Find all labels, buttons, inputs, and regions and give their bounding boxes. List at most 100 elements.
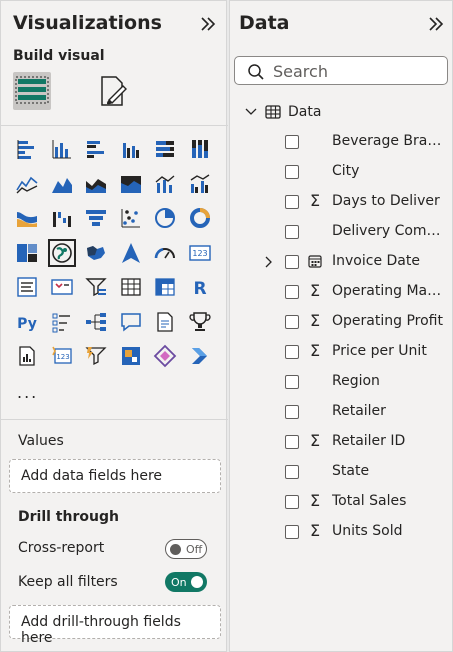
field-retailer[interactable]: Retailer xyxy=(230,399,452,425)
chevron-right-icon[interactable] xyxy=(263,255,275,269)
drill-through-label: Drill through xyxy=(18,509,119,525)
field-checkbox[interactable] xyxy=(285,375,299,389)
visualizations-pane: Visualizations Build visual 123 R Py 123 ..… xyxy=(0,0,228,652)
card-new-icon[interactable]: 123 xyxy=(48,342,76,370)
field-checkbox[interactable] xyxy=(285,525,299,539)
field-checkbox[interactable] xyxy=(285,195,299,209)
field-units-sold[interactable]: Σ Units Sold xyxy=(230,519,452,545)
power-apps-icon[interactable] xyxy=(117,342,145,370)
field-operating-profit[interactable]: Σ Operating Profit xyxy=(230,309,452,335)
stacked-column-chart-icon[interactable] xyxy=(48,135,76,163)
map-icon[interactable] xyxy=(47,238,76,267)
search-box[interactable] xyxy=(234,56,448,85)
100-stacked-bar-chart-icon[interactable] xyxy=(151,135,179,163)
field-price-per-unit[interactable]: Σ Price per Unit xyxy=(230,339,452,365)
qa-icon[interactable] xyxy=(117,308,145,336)
toggle-state: On xyxy=(171,575,187,589)
power-automate-icon[interactable] xyxy=(82,342,110,370)
table-node-data[interactable]: Data xyxy=(244,101,321,123)
chevron-down-icon[interactable] xyxy=(244,105,258,119)
field-label: Operating Profit xyxy=(332,313,443,329)
ribbon-chart-icon[interactable] xyxy=(13,204,41,232)
matrix-icon[interactable] xyxy=(151,273,179,301)
field-checkbox[interactable] xyxy=(285,165,299,179)
field-invoice-date[interactable]: Invoice Date xyxy=(230,249,452,275)
field-state[interactable]: State xyxy=(230,459,452,485)
paginated-report-icon[interactable] xyxy=(13,342,41,370)
kpi-icon[interactable] xyxy=(48,273,76,301)
field-days-to-deliver[interactable]: Σ Days to Deliver xyxy=(230,189,452,215)
sparkle-visual-icon[interactable] xyxy=(151,342,179,370)
cross-report-toggle[interactable]: Off xyxy=(165,539,207,559)
waterfall-chart-icon[interactable] xyxy=(48,204,76,232)
clustered-bar-chart-icon[interactable] xyxy=(82,135,110,163)
field-label: Invoice Date xyxy=(332,253,420,269)
field-label: Price per Unit xyxy=(332,343,427,359)
field-retailer-id[interactable]: Σ Retailer ID xyxy=(230,429,452,455)
decomposition-tree-icon[interactable] xyxy=(82,308,110,336)
format-visual-tab-icon[interactable] xyxy=(95,72,133,110)
field-checkbox[interactable] xyxy=(285,345,299,359)
field-city[interactable]: City xyxy=(230,159,452,185)
scatter-chart-icon[interactable] xyxy=(117,204,145,232)
field-region[interactable]: Region xyxy=(230,369,452,395)
card-icon[interactable]: 123 xyxy=(186,239,214,267)
table-icon[interactable] xyxy=(117,273,145,301)
keep-all-filters-toggle[interactable]: On xyxy=(165,572,207,592)
metrics-icon[interactable] xyxy=(186,308,214,336)
field-operating-mar[interactable]: Σ Operating Mar... xyxy=(230,279,452,305)
line-chart-icon[interactable] xyxy=(13,170,41,198)
power-apps-chevron-icon[interactable] xyxy=(186,342,214,370)
field-delivery-compa[interactable]: Delivery Compa... xyxy=(230,219,452,245)
field-label: Days to Deliver xyxy=(332,193,440,209)
svg-text:123: 123 xyxy=(56,353,69,361)
field-checkbox[interactable] xyxy=(285,435,299,449)
funnel-chart-icon[interactable] xyxy=(82,204,110,232)
treemap-icon[interactable] xyxy=(13,239,41,267)
donut-chart-icon[interactable] xyxy=(186,204,214,232)
filled-map-icon[interactable] xyxy=(82,239,110,267)
azure-map-icon[interactable] xyxy=(117,239,145,267)
area-chart-icon[interactable] xyxy=(48,170,76,198)
gauge-icon[interactable] xyxy=(151,239,179,267)
key-influencers-icon[interactable] xyxy=(48,308,76,336)
build-visual-tab-icon[interactable] xyxy=(13,72,51,110)
clustered-column-chart-icon[interactable] xyxy=(117,135,145,163)
field-label: Operating Mar... xyxy=(332,283,444,299)
field-label: Region xyxy=(332,373,380,389)
r-script-visual-icon[interactable]: R xyxy=(186,273,214,301)
field-checkbox[interactable] xyxy=(285,405,299,419)
100-stacked-column-chart-icon[interactable] xyxy=(186,135,214,163)
more-visuals-button[interactable]: ... xyxy=(17,383,38,402)
collapse-pane-icon[interactable] xyxy=(426,14,446,34)
field-checkbox[interactable] xyxy=(285,465,299,479)
toggle-state: Off xyxy=(186,542,203,556)
divider xyxy=(1,419,228,420)
svg-text:123: 123 xyxy=(192,249,207,258)
drill-through-field-well[interactable]: Add drill-through fields here xyxy=(9,605,221,646)
pie-chart-icon[interactable] xyxy=(151,204,179,232)
stacked-area-chart-icon[interactable] xyxy=(82,170,110,198)
field-checkbox[interactable] xyxy=(285,255,299,269)
visualizations-title: Visualizations xyxy=(13,12,162,34)
field-label: Units Sold xyxy=(332,523,403,539)
field-checkbox[interactable] xyxy=(285,285,299,299)
collapse-pane-icon[interactable] xyxy=(198,14,218,34)
search-input[interactable] xyxy=(273,60,443,82)
field-checkbox[interactable] xyxy=(285,135,299,149)
field-checkbox[interactable] xyxy=(285,495,299,509)
smart-narrative-icon[interactable] xyxy=(151,308,179,336)
line-and-stacked-column-chart-icon[interactable] xyxy=(151,170,179,198)
field-checkbox[interactable] xyxy=(285,225,299,239)
values-field-well[interactable]: Add data fields here xyxy=(9,459,221,493)
table-icon xyxy=(265,105,281,119)
field-checkbox[interactable] xyxy=(285,315,299,329)
100-stacked-area-chart-icon[interactable] xyxy=(117,170,145,198)
field-total-sales[interactable]: Σ Total Sales xyxy=(230,489,452,515)
slicer-icon[interactable] xyxy=(82,273,110,301)
stacked-bar-chart-icon[interactable] xyxy=(13,135,41,163)
python-visual-icon[interactable]: Py xyxy=(13,308,41,336)
line-and-clustered-column-chart-icon[interactable] xyxy=(186,170,214,198)
multi-row-card-icon[interactable] xyxy=(13,273,41,301)
field-beverage-brand[interactable]: Beverage Brand xyxy=(230,129,452,155)
